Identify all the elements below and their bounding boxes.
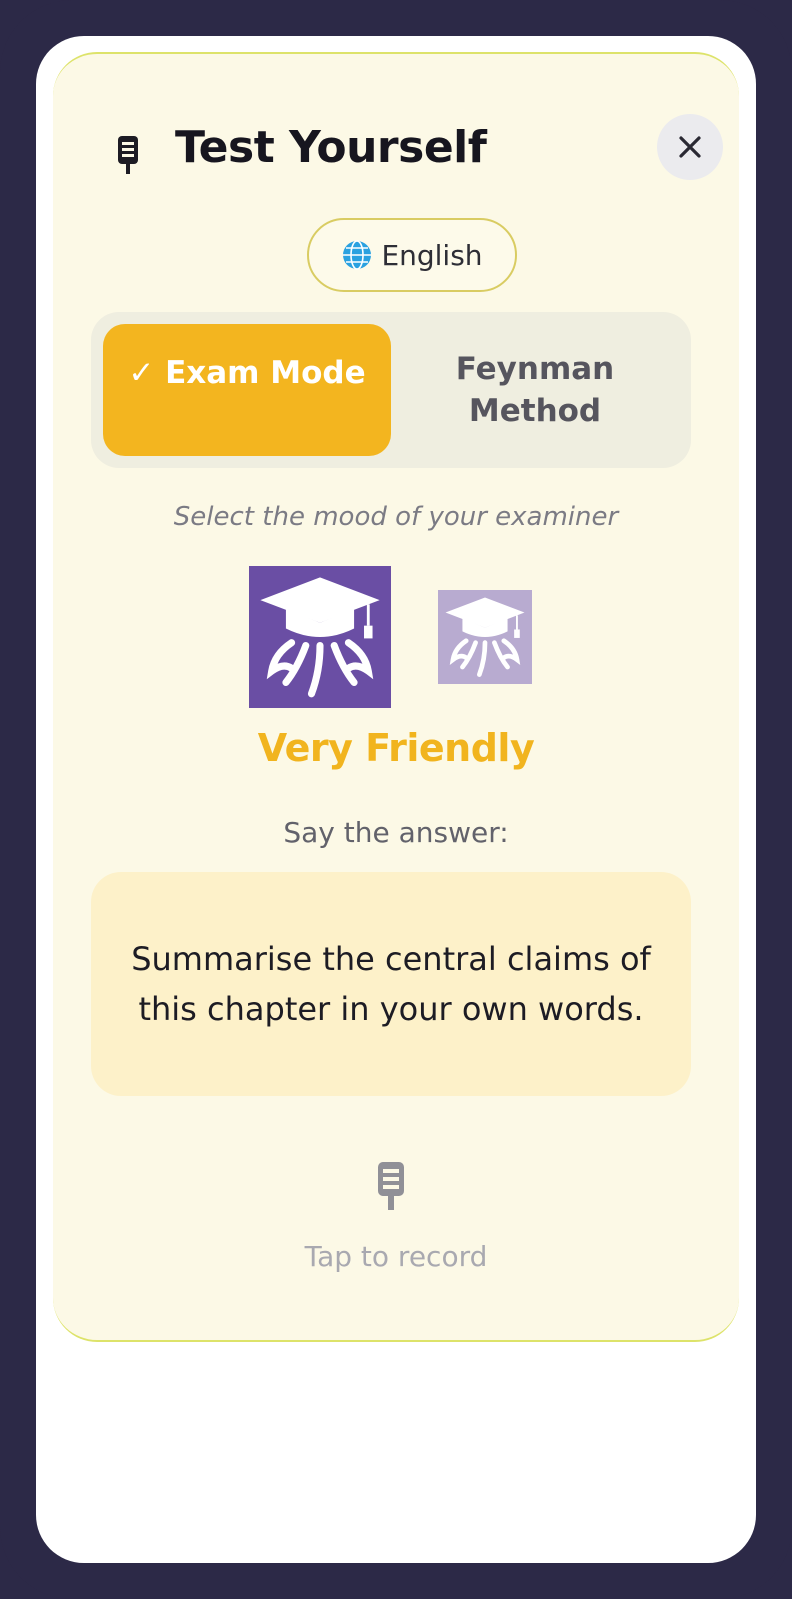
record-microphone-icon[interactable] bbox=[371, 1160, 411, 1214]
language-selector[interactable]: English bbox=[307, 218, 517, 292]
octopus-graduation-cap-icon bbox=[260, 577, 380, 698]
microphone-icon bbox=[113, 134, 143, 178]
exam-mode-button[interactable]: ✓ Exam Mode bbox=[103, 324, 391, 456]
question-text: Summarise the central claims of this cha… bbox=[131, 940, 651, 1028]
question-card: Summarise the central claims of this cha… bbox=[91, 872, 691, 1096]
mood-option-alternate[interactable] bbox=[438, 590, 532, 684]
octopus-graduation-cap-icon bbox=[445, 597, 525, 677]
close-icon bbox=[679, 136, 701, 158]
prompt-label: Say the answer: bbox=[283, 816, 509, 849]
language-label: English bbox=[381, 238, 483, 272]
selected-mood-label: Very Friendly bbox=[257, 726, 535, 770]
phone-frame: Test Yourself English ✓ Exam Mode Feynma… bbox=[0, 0, 792, 1599]
mood-hint: Select the mood of your examiner bbox=[173, 502, 619, 532]
page-title: Test Yourself bbox=[175, 122, 487, 173]
globe-icon bbox=[343, 240, 372, 270]
test-yourself-sheet: Test Yourself English ✓ Exam Mode Feynma… bbox=[53, 52, 739, 1342]
record-label: Tap to record bbox=[304, 1240, 488, 1273]
mode-toggle: ✓ Exam Mode Feynman Method bbox=[91, 312, 691, 468]
close-button[interactable] bbox=[657, 114, 723, 180]
mood-option-very-friendly[interactable] bbox=[249, 566, 391, 708]
feynman-method-label: Feynman Method bbox=[455, 351, 615, 429]
phone-screen: Test Yourself English ✓ Exam Mode Feynma… bbox=[36, 36, 756, 1563]
exam-mode-label: ✓ Exam Mode bbox=[128, 355, 366, 391]
feynman-method-button[interactable]: Feynman Method bbox=[391, 324, 679, 456]
